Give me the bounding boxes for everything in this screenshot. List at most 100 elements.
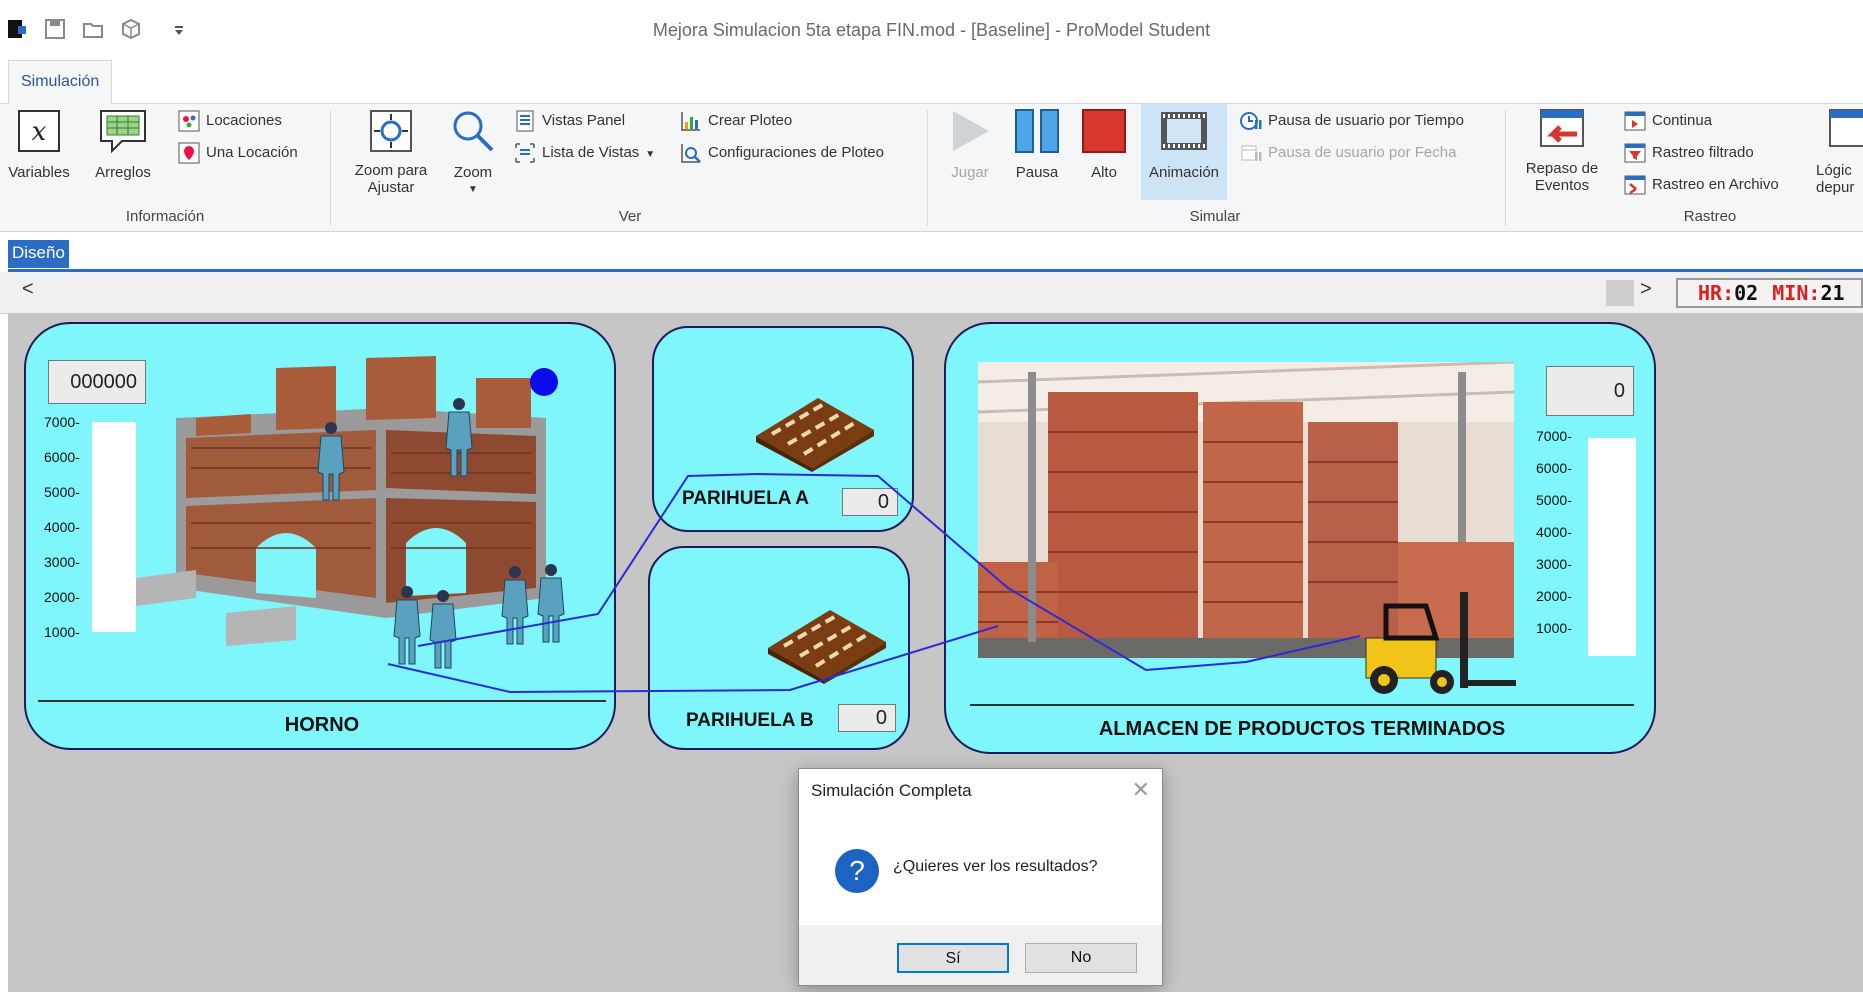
window-title: Mejora Simulacion 5ta etapa FIN.mod - [B… [652, 20, 1211, 40]
jugar-button[interactable]: Jugar [942, 108, 998, 181]
arreglos-label: Arreglos [95, 164, 151, 181]
horno-tick: 6000- [44, 449, 80, 465]
horno-location[interactable]: 000000 7000- 6000- 5000- 4000- 3000- 200… [24, 322, 616, 750]
alto-button[interactable]: Alto [1076, 108, 1132, 181]
logica-depuracion-button[interactable]: Lógic depur [1812, 108, 1863, 196]
close-icon[interactable]: ✕ [1132, 777, 1150, 803]
scroll-right-arrow[interactable]: > [1640, 278, 1652, 301]
clock-min-value: 21 [1820, 281, 1845, 305]
clock-hr-label: HR: [1698, 281, 1735, 305]
tab-simulacion[interactable]: Simulación [8, 60, 113, 105]
rastreo-archivo-label: Rastreo en Archivo [1652, 176, 1779, 193]
pausa-tiempo-label: Pausa de usuario por Tiempo [1268, 112, 1464, 129]
locaciones-button[interactable]: Locaciones [178, 108, 282, 134]
horno-tick: 1000- [44, 624, 80, 640]
tab-diseno[interactable]: Diseño [8, 240, 69, 268]
animacion-label: Animación [1148, 164, 1220, 181]
panel-view-icon [516, 110, 534, 132]
alto-label: Alto [1091, 164, 1117, 181]
continua-label: Continua [1652, 112, 1713, 129]
play-icon [953, 111, 989, 151]
zoom-fit-icon [370, 110, 412, 152]
zoom-button[interactable]: Zoom ▼ [448, 108, 498, 198]
pausa-tiempo-button[interactable]: Pausa de usuario por Tiempo [1240, 108, 1464, 134]
almacen-tick: 5000- [1536, 492, 1572, 508]
group-separator [1505, 110, 1506, 226]
forklift-image [1365, 592, 1516, 694]
horno-gauge [92, 422, 136, 632]
document-tab-strip: Diseño [0, 232, 1863, 272]
question-icon: ? [835, 849, 879, 893]
group-informacion-label: Información [125, 208, 205, 225]
zoom-label: Zoom [453, 164, 493, 181]
horno-tick: 2000- [44, 589, 80, 605]
horizontal-scrollbar[interactable]: < > HR:02 MIN:21 [0, 272, 1863, 314]
pausa-fecha-button[interactable]: Pausa de usuario por Fecha [1240, 140, 1456, 166]
scroll-thumb[interactable] [1606, 280, 1634, 306]
zoom-ajustar-label: Zoom para Ajustar [354, 162, 428, 196]
almacen-location[interactable]: 0 7000- 6000- 5000- 4000- 3000- 2000- 10… [944, 322, 1656, 754]
no-button[interactable]: No [1025, 943, 1137, 973]
worker-figure [537, 564, 565, 643]
group-separator [927, 110, 928, 226]
continuous-trace-icon [1624, 111, 1646, 131]
lista-vistas-label: Lista de Vistas [542, 144, 640, 161]
animacion-button[interactable]: Animación [1141, 104, 1227, 200]
worker-figure [429, 590, 457, 669]
zoom-dropdown-icon: ▼ [468, 184, 478, 195]
magnifier-icon [453, 111, 494, 152]
svg-text:x: x [32, 117, 47, 147]
status-light-indicator [530, 368, 558, 396]
lista-vistas-dropdown-icon: ▼ [645, 149, 656, 160]
crear-ploteo-button[interactable]: Crear Ploteo [680, 108, 792, 134]
arreglos-button[interactable]: Arreglos [88, 108, 158, 181]
scroll-left-arrow[interactable]: < [22, 278, 34, 301]
rastreo-filtrado-label: Rastreo filtrado [1652, 144, 1754, 161]
event-review-icon [1540, 109, 1584, 147]
horno-counter: 000000 [48, 360, 146, 404]
parihuela-b-location[interactable]: PARIHUELA B 0 [648, 546, 910, 750]
horno-tick: 7000- [44, 414, 80, 430]
group-rastreo-label: Rastreo [1683, 208, 1737, 225]
zoom-ajustar-button[interactable]: Zoom para Ajustar [344, 108, 438, 196]
una-locacion-button[interactable]: Una Locación [178, 140, 298, 166]
pausa-label: Pausa [1015, 164, 1059, 181]
parihuela-a-label: PARIHUELA A [682, 488, 810, 509]
repaso-eventos-button[interactable]: Repaso de Eventos [1516, 108, 1608, 194]
parihuela-a-counter: 0 [842, 488, 898, 516]
almacen-divider [970, 704, 1634, 706]
lista-vistas-button[interactable]: Lista de Vistas ▼ [514, 140, 655, 166]
crear-ploteo-label: Crear Ploteo [708, 112, 793, 129]
rastreo-filtrado-button[interactable]: Rastreo filtrado [1624, 140, 1754, 166]
almacen-label: ALMACEN DE PRODUCTOS TERMINADOS [1098, 718, 1506, 740]
horno-label: HORNO [284, 714, 360, 736]
rastreo-archivo-button[interactable]: Rastreo en Archivo [1624, 172, 1779, 198]
filtered-trace-icon [1624, 143, 1646, 163]
yes-button[interactable]: Sí [897, 943, 1009, 973]
logica-label: Lógic depur [1816, 162, 1855, 196]
simulation-complete-dialog: Simulación Completa ✕ ? ¿Quieres ver los… [798, 768, 1163, 986]
title-bar: Mejora Simulacion 5ta etapa FIN.mod - [B… [0, 0, 1863, 60]
parihuela-a-location[interactable]: PARIHUELA A 0 [652, 326, 914, 532]
almacen-tick: 3000- [1536, 556, 1572, 572]
vistas-panel-button[interactable]: Vistas Panel [514, 108, 625, 134]
worker-figure [317, 422, 345, 501]
parihuela-b-label: PARIHUELA B [686, 710, 814, 731]
continua-button[interactable]: Continua [1624, 108, 1712, 134]
group-separator [330, 110, 331, 226]
dialog-title: Simulación Completa [811, 781, 972, 800]
horno-tick: 5000- [44, 484, 80, 500]
horno-tick: 4000- [44, 519, 80, 535]
group-simular-label: Simular [1189, 208, 1241, 225]
config-ploteo-button[interactable]: Configuraciones de Ploteo [680, 140, 884, 166]
promodel-window: Mejora Simulacion 5ta etapa FIN.mod - [B… [0, 0, 1863, 992]
single-location-icon [178, 142, 200, 164]
pausa-button[interactable]: Pausa [1008, 108, 1066, 181]
repaso-eventos-label: Repaso de Eventos [1525, 160, 1599, 194]
almacen-tick: 2000- [1536, 588, 1572, 604]
almacen-tick: 7000- [1536, 428, 1572, 444]
variables-button[interactable]: x Variables [6, 108, 72, 181]
horno-divider [38, 700, 606, 702]
stop-icon [1082, 109, 1126, 153]
vistas-panel-label: Vistas Panel [542, 112, 626, 129]
